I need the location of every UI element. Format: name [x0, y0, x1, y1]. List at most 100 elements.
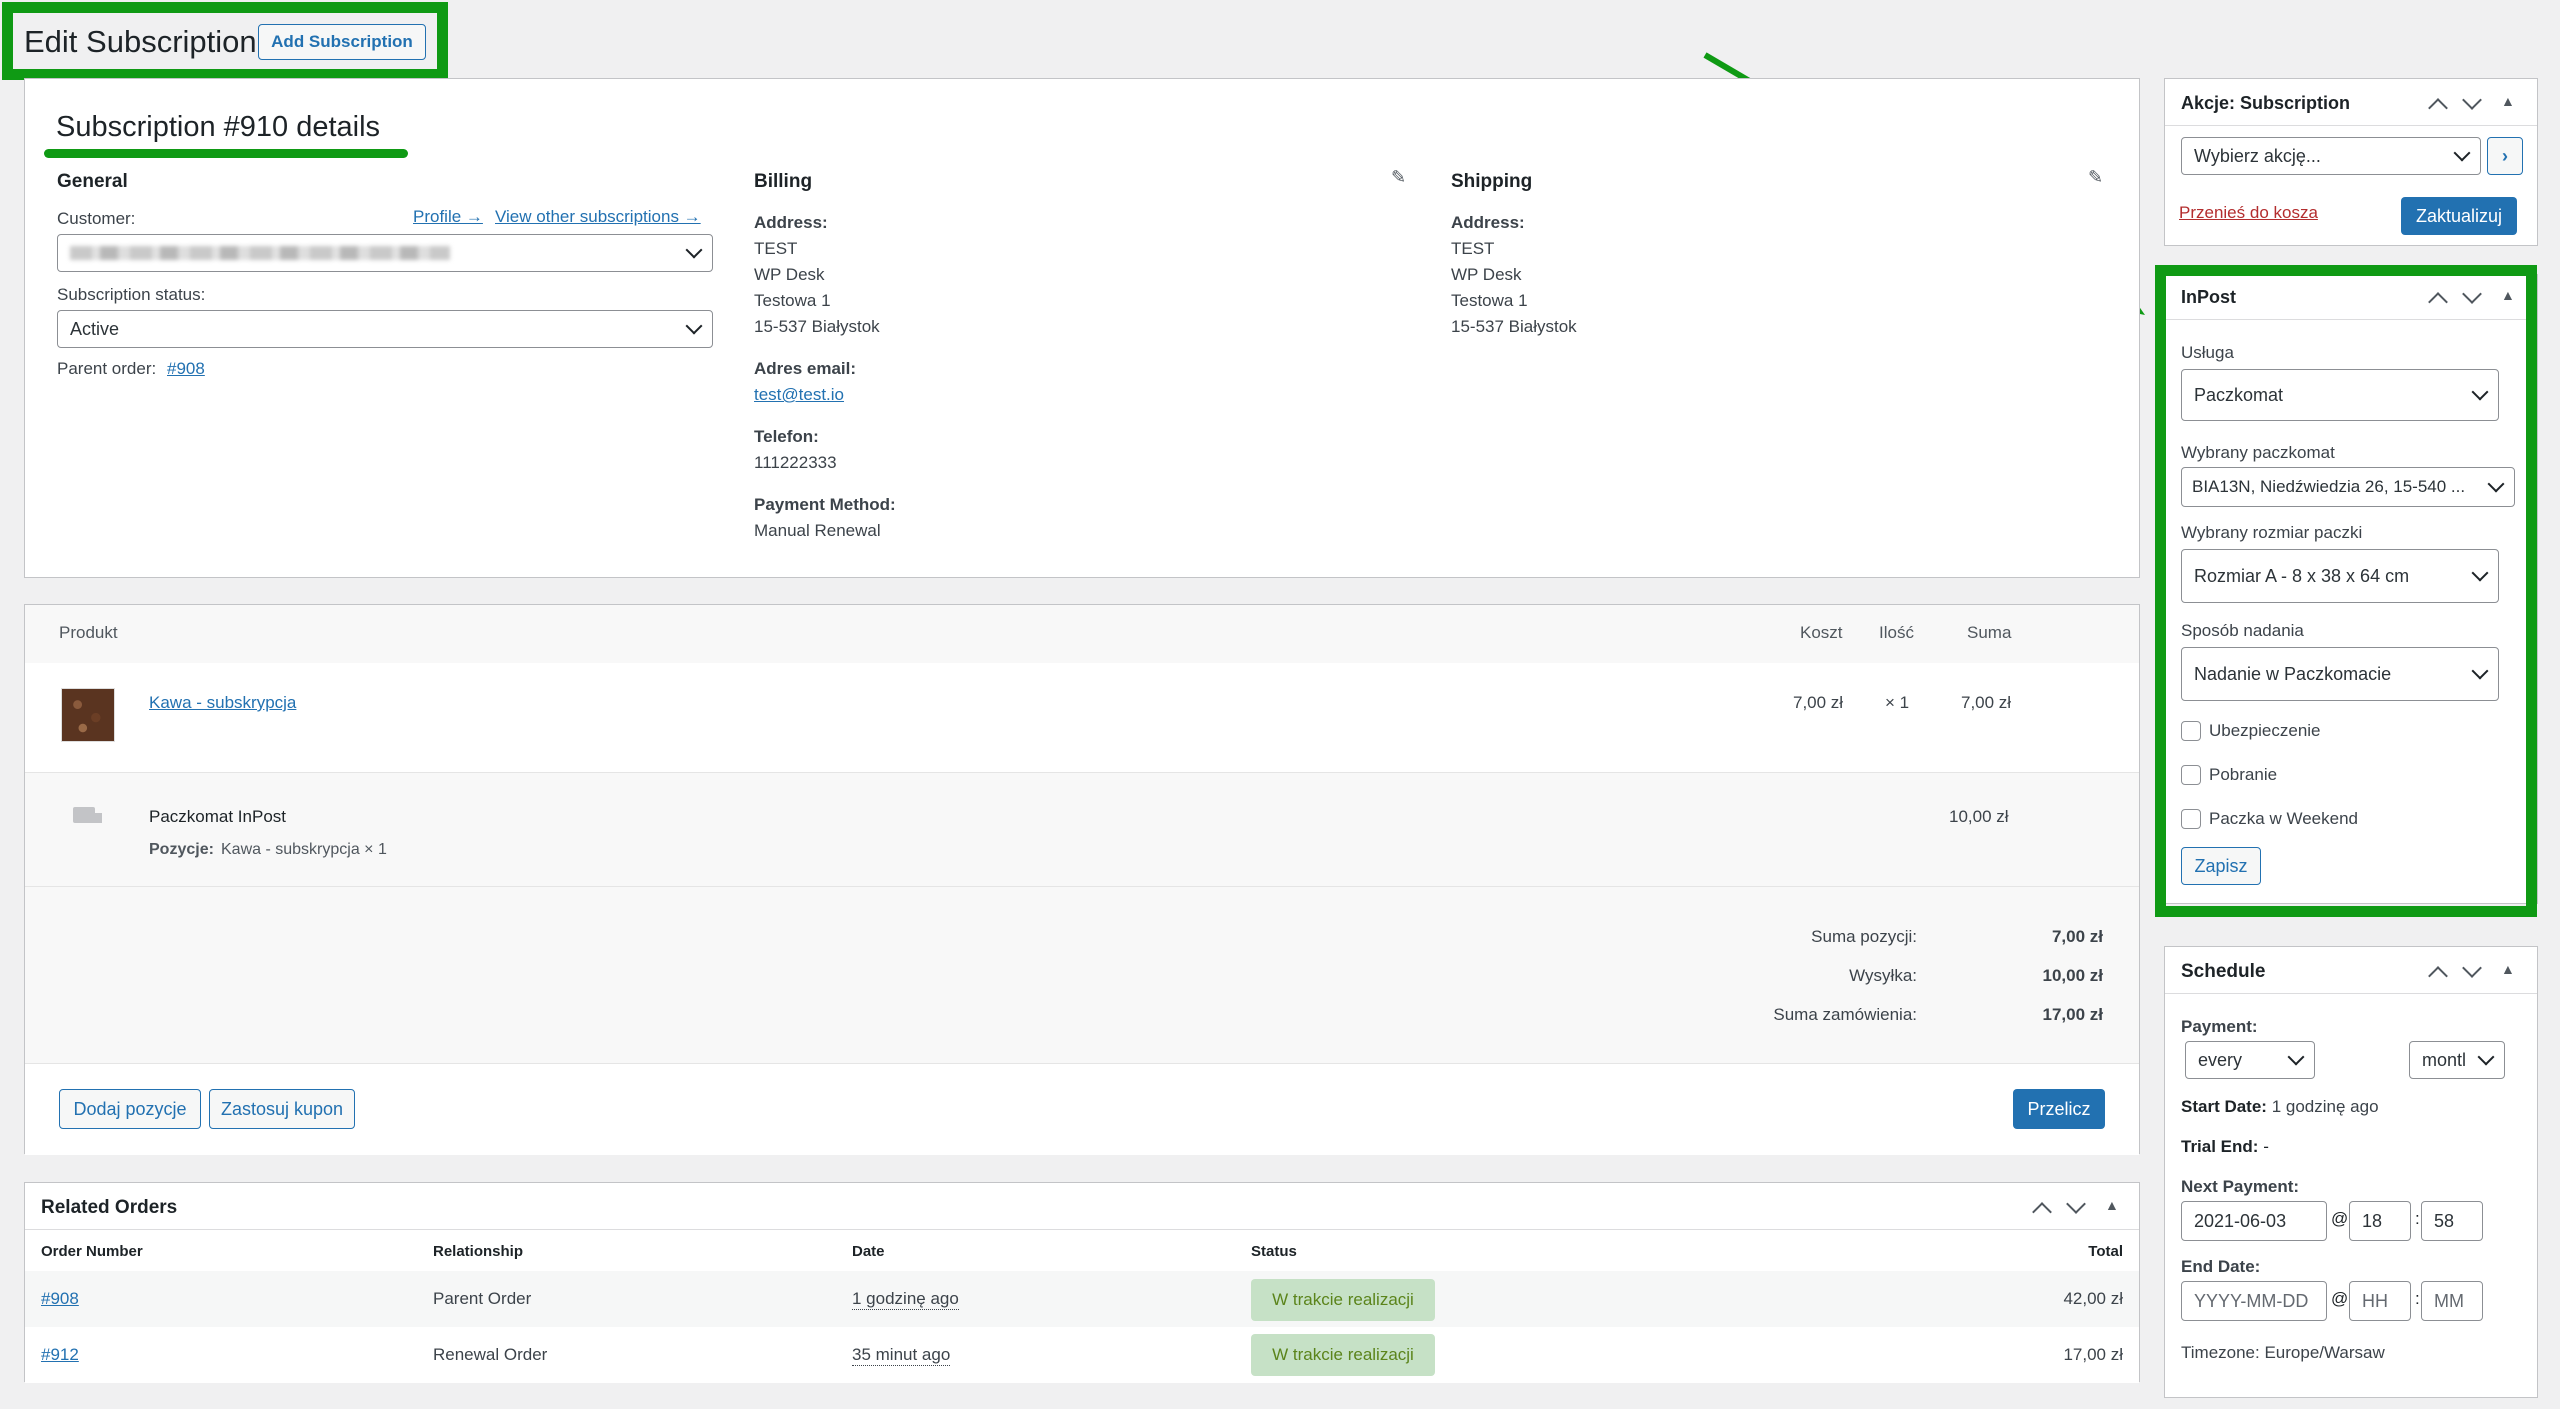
- status-select[interactable]: Active: [57, 310, 713, 348]
- related-orders-title: Related Orders: [41, 1197, 178, 1218]
- relationship: Parent Order: [433, 1289, 532, 1308]
- actions-title: Akcje: Subscription: [2181, 93, 2351, 113]
- chevron-up-icon[interactable]: [2428, 98, 2448, 118]
- chevron-up-icon[interactable]: [2428, 292, 2448, 312]
- pencil-icon[interactable]: ✎: [2088, 167, 2103, 188]
- action-select[interactable]: Wybierz akcję...: [2181, 137, 2481, 175]
- shipping-address-line: 15-537 Białystok: [1451, 317, 1577, 336]
- at-sign: @: [2331, 1289, 2349, 1308]
- trial-end-label: Trial End: -: [2181, 1137, 2269, 1156]
- payment-label: Payment:: [2181, 1017, 2258, 1036]
- relationship: Renewal Order: [433, 1345, 548, 1364]
- size-select[interactable]: Rozmiar A - 8 x 38 x 64 cm: [2181, 549, 2499, 603]
- billing-address-line: TEST: [754, 239, 798, 258]
- shipping-row: [25, 775, 2139, 887]
- order-date: 35 minut ago: [852, 1345, 951, 1366]
- interval-select[interactable]: every: [2185, 1041, 2315, 1079]
- weekend-checkbox[interactable]: [2181, 809, 2201, 829]
- order-total: 17,00 zł: [2063, 1345, 2123, 1364]
- recalculate-button[interactable]: Przelicz: [2013, 1089, 2105, 1129]
- table-row: [25, 1271, 2139, 1327]
- order-items-panel: Produkt Koszt Ilość Suma Kawa - subskryp…: [24, 604, 2140, 1155]
- billing-address-line: 15-537 Białystok: [754, 317, 880, 336]
- insurance-checkbox[interactable]: [2181, 721, 2201, 741]
- divider: [2165, 319, 2537, 320]
- pencil-icon[interactable]: ✎: [1391, 167, 1406, 188]
- product-row: [25, 663, 2139, 773]
- product-total: 7,00 zł: [1961, 693, 2012, 712]
- timezone-text: Timezone: Europe/Warsaw: [2181, 1343, 2385, 1362]
- shipping-heading: Shipping: [1451, 171, 1533, 192]
- customer-select[interactable]: [57, 234, 713, 272]
- service-label: Usługa: [2181, 343, 2234, 362]
- chevron-down-icon[interactable]: [2462, 958, 2482, 978]
- col-cost: Koszt: [1800, 623, 1843, 642]
- method-select[interactable]: Nadanie w Paczkomacie: [2181, 647, 2499, 701]
- chevron-down-icon[interactable]: [2462, 90, 2482, 110]
- period-select[interactable]: montl: [2409, 1041, 2505, 1079]
- email-link[interactable]: test@test.io: [754, 385, 844, 405]
- chevron-down-icon: [2453, 144, 2471, 162]
- chevron-down-icon: [2287, 1048, 2305, 1066]
- inpost-box: InPost ▲ Usługa Paczkomat Wybrany paczko…: [2164, 274, 2538, 904]
- chevron-down-icon[interactable]: [2066, 1194, 2086, 1214]
- end-date-minute[interactable]: MM: [2421, 1281, 2483, 1321]
- profile-link[interactable]: Profile →: [413, 207, 483, 227]
- move-to-trash-link[interactable]: Przenieś do kosza: [2179, 203, 2318, 223]
- payment-method-value: Manual Renewal: [754, 521, 881, 540]
- parent-order-link[interactable]: #908: [167, 359, 205, 379]
- order-link[interactable]: #908: [41, 1289, 79, 1309]
- subscription-details-panel: Subscription #910 details General Custom…: [24, 78, 2140, 578]
- title-underline: [44, 149, 408, 158]
- update-button[interactable]: Zaktualizuj: [2401, 197, 2517, 235]
- next-payment-minute[interactable]: 58: [2421, 1201, 2483, 1241]
- shipping-address-line: WP Desk: [1451, 265, 1522, 284]
- order-link[interactable]: #912: [41, 1345, 79, 1365]
- general-heading: General: [57, 171, 128, 192]
- insurance-label: Ubezpieczenie: [2209, 721, 2321, 740]
- product-link[interactable]: Kawa - subskrypcja: [149, 693, 296, 713]
- next-payment-date[interactable]: 2021-06-03: [2181, 1201, 2327, 1241]
- chevron-down-icon: [2471, 662, 2489, 680]
- service-select[interactable]: Paczkomat: [2181, 369, 2499, 421]
- status-label: Subscription status:: [57, 285, 206, 304]
- colon-sep: :: [2415, 1209, 2420, 1228]
- col-product: Produkt: [59, 623, 118, 642]
- view-other-subscriptions-link[interactable]: View other subscriptions →: [495, 207, 701, 227]
- locker-select[interactable]: BIA13N, Niedźwiedzia 26, 15-540 ...: [2181, 467, 2515, 507]
- toggle-panel-icon[interactable]: ▲: [2501, 93, 2515, 109]
- product-cost: 7,00 zł: [1793, 693, 1844, 712]
- size-label: Wybrany rozmiar paczki: [2181, 523, 2363, 542]
- cod-checkbox[interactable]: [2181, 765, 2201, 785]
- divider: [25, 1229, 2139, 1230]
- next-payment-hour[interactable]: 18: [2349, 1201, 2411, 1241]
- chevron-down-icon: [685, 317, 703, 335]
- end-date-hour[interactable]: HH: [2349, 1281, 2411, 1321]
- apply-action-button[interactable]: ›: [2487, 137, 2523, 175]
- toggle-panel-icon[interactable]: ▲: [2105, 1197, 2119, 1213]
- order-total: 42,00 zł: [2063, 1289, 2123, 1308]
- save-button[interactable]: Zapisz: [2181, 847, 2261, 885]
- start-date-label: Start Date: 1 godzinę ago: [2181, 1097, 2379, 1116]
- chevron-up-icon[interactable]: [2428, 966, 2448, 986]
- end-date-label: End Date:: [2181, 1257, 2261, 1276]
- toggle-panel-icon[interactable]: ▲: [2501, 287, 2515, 303]
- chevron-up-icon[interactable]: [2032, 1202, 2052, 1222]
- related-orders-panel: Related Orders ▲ Order Number Relationsh…: [24, 1182, 2140, 1383]
- col-relationship: Relationship: [433, 1243, 524, 1260]
- toggle-panel-icon[interactable]: ▲: [2501, 961, 2515, 977]
- chevron-down-icon[interactable]: [2462, 284, 2482, 304]
- order-total-label: Suma zamówienia:: [1773, 1005, 1917, 1024]
- add-items-button[interactable]: Dodaj pozycje: [59, 1089, 201, 1129]
- chevron-down-icon: [2477, 1048, 2495, 1066]
- apply-coupon-button[interactable]: Zastosuj kupon: [209, 1089, 355, 1129]
- billing-address-line: Testowa 1: [754, 291, 831, 310]
- email-label: Adres email:: [754, 359, 857, 378]
- product-qty: × 1: [1885, 693, 1910, 712]
- col-total: Suma: [1967, 623, 2012, 642]
- col-total: Total: [2088, 1243, 2123, 1260]
- end-date-input[interactable]: YYYY-MM-DD: [2181, 1281, 2327, 1321]
- truck-icon-cab: [93, 813, 102, 823]
- customer-label: Customer:: [57, 209, 136, 228]
- method-label: Sposób nadania: [2181, 621, 2304, 640]
